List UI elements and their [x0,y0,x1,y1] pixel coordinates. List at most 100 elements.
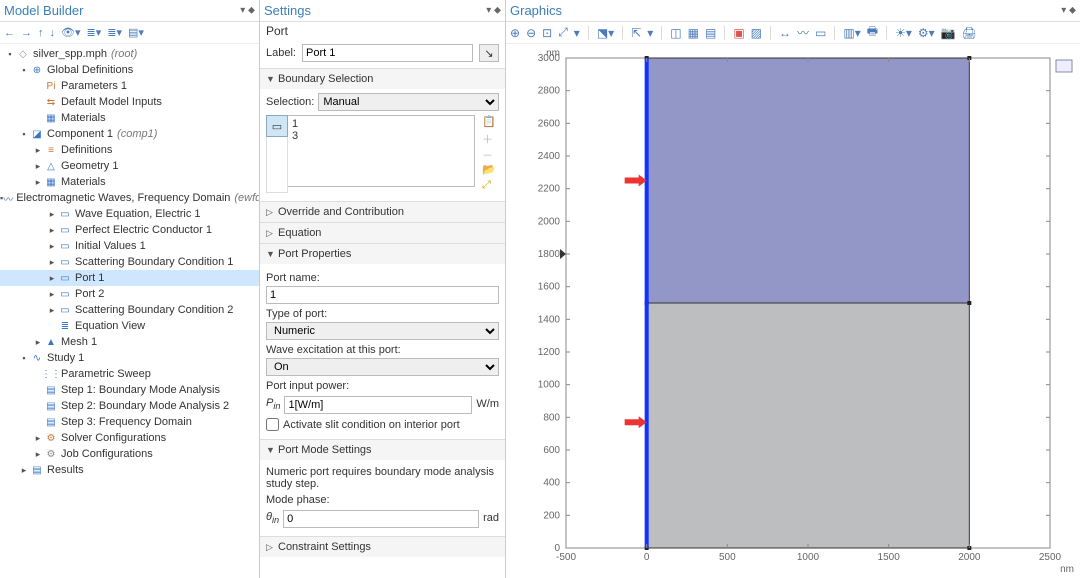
show-icon[interactable]: 👁▾ [61,26,81,39]
override-section-header[interactable]: ▷Override and Contribution [260,202,505,222]
tree-node[interactable]: ▸⚙Solver Configurations [0,430,259,446]
up-icon[interactable]: ↑ [38,27,44,39]
svg-text:1800: 1800 [538,249,561,260]
node-label: silver_spp.mph [33,48,107,60]
zoom-box-icon[interactable]: ⊡ [542,26,552,40]
model-tree[interactable]: ▪◇silver_spp.mph(root)▪⊕Global Definitio… [0,44,259,578]
paste-icon[interactable]: 📂 [482,163,496,177]
zoom-sel-icon[interactable]: ⤢ [482,179,496,193]
settings-panel: Settings ▾ ⬥ Port Label: ↘ ▼ Boundary Se… [260,0,506,578]
scene-light-icon[interactable]: ☀▾ [895,26,912,40]
zoom-extents-icon[interactable]: ⤢ [558,25,568,40]
goto-default-icon[interactable]: ⇱ [631,26,641,40]
tree-node[interactable]: ▪〰Electromagnetic Waves, Frequency Domai… [0,190,259,206]
wireframe-icon[interactable]: ▦ [688,26,699,40]
tree-node[interactable]: ▸▭Port 2 [0,286,259,302]
tree-node[interactable]: ▦Materials [0,110,259,126]
axis-handle-icon[interactable] [560,249,566,259]
down-icon[interactable]: ↓ [50,27,56,39]
collapse-icon[interactable]: ≣▾ [87,26,102,39]
label-input[interactable] [302,44,473,62]
tree-node[interactable]: ▸▭Port 1 [0,270,259,286]
print-icon-2[interactable]: 🖨 [962,26,977,40]
panel-dropdown-icon[interactable]: ▾ ⬥ [486,5,501,16]
tree-node[interactable]: ▤Step 1: Boundary Mode Analysis [0,382,259,398]
rect-icon[interactable]: ▭ [815,26,826,40]
zoom-in-icon[interactable]: ⊕ [510,26,520,40]
zoom-extents-dd-icon[interactable]: ▾ [574,26,580,40]
graphics-title: Graphics [510,3,562,18]
print-icon[interactable]: 🖶 [867,22,878,43]
tree-node[interactable]: ▪◇silver_spp.mph(root) [0,46,259,62]
tree-node[interactable]: ▪⊕Global Definitions [0,62,259,78]
add-icon[interactable]: ＋ [482,131,496,145]
remove-icon[interactable]: － [482,147,496,161]
tree-node[interactable]: ▸▭Scattering Boundary Condition 2 [0,302,259,318]
tree-node[interactable]: ▤Step 3: Frequency Domain [0,414,259,430]
goto-default-dd-icon[interactable]: ▾ [647,26,653,40]
highlight-selection-button[interactable]: ▭ [266,115,288,137]
tree-node[interactable]: ≣Equation View [0,318,259,334]
tree-node[interactable]: ▸▲Mesh 1 [0,334,259,350]
svg-text:1600: 1600 [538,282,561,293]
selection-item[interactable]: 1 [292,118,470,130]
mode-phase-label: Mode phase: [266,494,499,506]
tree-node[interactable]: ▸⚙Job Configurations [0,446,259,462]
tree-node[interactable]: ▸△Geometry 1 [0,158,259,174]
tree-node[interactable]: ▸▤Results [0,462,259,478]
svg-text:2500: 2500 [1039,552,1062,563]
lower-domain[interactable] [647,303,970,548]
copy-icon[interactable]: 📋 [482,115,496,129]
selection-items[interactable]: 13 [288,115,475,187]
tree-node[interactable]: ▸▭Wave Equation, Electric 1 [0,206,259,222]
render-icon[interactable]: ▥▾ [843,26,860,40]
port-properties-header[interactable]: ▼Port Properties [260,244,505,264]
selection-dropdown[interactable]: Manual [318,93,499,111]
boundary-selection-header[interactable]: ▼ Boundary Selection [260,69,505,89]
tree-node[interactable]: ⋮⋮Parametric Sweep [0,366,259,382]
equation-section-header[interactable]: ▷Equation [260,223,505,243]
port-name-input[interactable] [266,286,499,304]
expand-icon[interactable]: ≣▾ [107,26,122,39]
tree-node[interactable]: ▸▭Scattering Boundary Condition 1 [0,254,259,270]
panel-dropdown-icon[interactable]: ▾ ⬥ [1061,5,1076,16]
power-input[interactable] [284,396,472,414]
graphics-canvas[interactable]: nmnm020040060080010001200140016001800200… [506,44,1080,578]
tree-node[interactable]: ▸▦Materials [0,174,259,190]
zoom-out-icon[interactable]: ⊖ [526,26,536,40]
port-type-dropdown[interactable]: Numeric [266,322,499,340]
port-mode-header[interactable]: ▼Port Mode Settings [260,440,505,460]
tree-node[interactable]: ⇆Default Model Inputs [0,94,259,110]
vertex-marker[interactable] [967,301,971,305]
tree-node[interactable]: ▪∿Study 1 [0,350,259,366]
hide-show-icon[interactable]: ◫ [670,26,681,40]
upper-domain[interactable] [647,58,970,303]
slit-checkbox[interactable] [266,418,279,431]
xy-view-icon[interactable]: ⬔▾ [597,26,614,40]
tree-node[interactable]: PiParameters 1 [0,78,259,94]
grid-icon[interactable]: ▤ [705,26,716,40]
gear-icon[interactable]: ⚙▾ [918,26,935,40]
camera-icon[interactable]: 📷 [941,26,956,40]
goto-source-button[interactable]: ↘ [479,44,499,62]
tree-node[interactable]: ▸▭Initial Values 1 [0,238,259,254]
excitation-dropdown[interactable]: On [266,358,499,376]
line-icon[interactable]: 〰 [797,24,809,41]
tree-node[interactable]: ▤Step 2: Boundary Mode Analysis 2 [0,398,259,414]
selection-item[interactable]: 3 [292,130,470,142]
svg-text:2800: 2800 [538,86,561,97]
forward-icon[interactable]: → [21,27,32,39]
more-icon[interactable]: ▤▾ [128,26,144,39]
measure-icon[interactable]: ↔ [779,26,791,40]
back-icon[interactable]: ← [4,27,15,39]
tree-node[interactable]: ▸≡Definitions [0,142,259,158]
axis-triad-icon[interactable] [1056,60,1072,72]
tree-node[interactable]: ▸▭Perfect Electric Conductor 1 [0,222,259,238]
select-poly-icon[interactable]: ▨ [751,26,762,40]
phase-input[interactable] [283,510,479,528]
constraint-section-header[interactable]: ▷Constraint Settings [260,537,505,557]
tree-node[interactable]: ▪◪Component 1(comp1) [0,126,259,142]
selection-label: Selection: [266,96,314,108]
panel-dropdown-icon[interactable]: ▾ ⬥ [240,5,255,16]
select-rect-icon[interactable]: ▣ [733,26,744,40]
